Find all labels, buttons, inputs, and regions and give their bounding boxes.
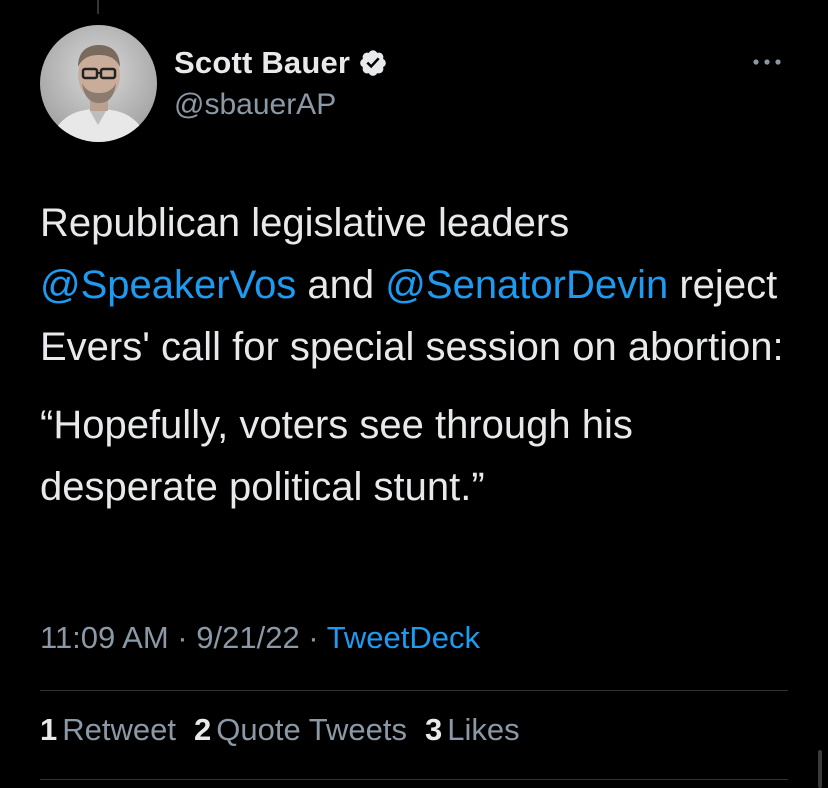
verified-badge-icon [358,48,388,78]
divider [40,690,788,691]
retweets-count: 1 [40,712,58,747]
quote-tweets-label: Quote Tweets [216,712,407,747]
more-horizontal-icon[interactable] [750,55,784,69]
retweets-label: Retweet [62,712,176,747]
likes-count: 3 [424,712,443,747]
tweet-detail-page: Scott Bauer @sbauerAP Republican legisla… [0,0,828,788]
tweet-paragraph: Republican legislative leaders @SpeakerV… [40,192,800,378]
tweet-text-segment: Republican legislative leaders [40,201,570,245]
avatar-photo [40,25,157,142]
avatar[interactable] [40,25,157,142]
tweet-source-link[interactable]: TweetDeck [327,620,480,655]
tweet-text: Republican legislative leaders @SpeakerV… [40,192,800,518]
author-handle[interactable]: @sbauerAP [174,88,336,122]
author-name-row[interactable]: Scott Bauer [174,45,388,81]
meta-separator: · [299,620,327,655]
tweet-quote-paragraph: “Hopefully, voters see through his despe… [40,403,633,509]
likes-stat[interactable]: 3 Likes [425,712,520,748]
retweets-stat[interactable]: 1 Retweet [40,712,176,748]
tweet-metadata: 11:09 AM · 9/21/22 · TweetDeck [40,620,480,656]
divider [40,779,788,780]
tweet-header: Scott Bauer @sbauerAP [40,25,788,143]
mention-link-speakervos[interactable]: @SpeakerVos [40,263,296,307]
mention-link-senatordevin[interactable]: @SenatorDevin [385,263,668,307]
likes-label: Likes [447,712,520,747]
thread-connector-line [97,0,99,14]
tweet-time[interactable]: 11:09 AM [40,620,169,655]
quote-tweets-stat[interactable]: 2 Quote Tweets [194,712,407,748]
tweet-date[interactable]: 9/21/22 [196,620,299,655]
tweet-text-segment: and [296,263,386,307]
tweet-stats: 1 Retweet 2 Quote Tweets 3 Likes [40,712,538,748]
scrollbar-thumb[interactable] [818,750,822,788]
quote-tweets-count: 2 [193,712,212,747]
author-display-name[interactable]: Scott Bauer [174,45,350,81]
meta-separator: · [168,620,197,655]
